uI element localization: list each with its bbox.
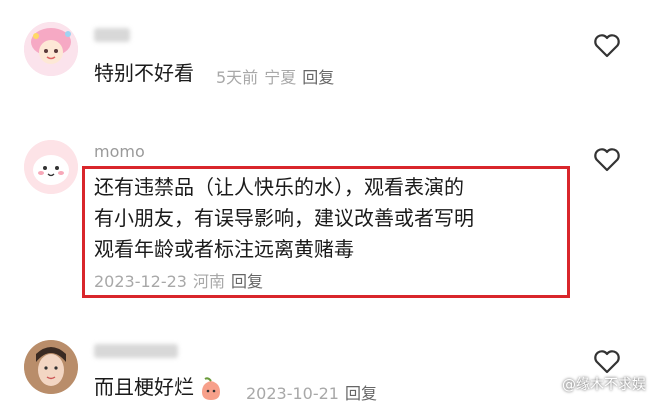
comment-text: 特别不好看: [94, 61, 194, 85]
comment-meta: 5天前 宁夏 回复: [216, 64, 334, 88]
heart-outline-icon[interactable]: [592, 346, 622, 376]
heart-outline-icon[interactable]: [592, 144, 622, 174]
comment-location: 宁夏: [264, 68, 297, 87]
avatar-illustration: [24, 340, 78, 394]
avatar[interactable]: [24, 140, 78, 194]
username-blurred: [94, 344, 178, 358]
reply-button[interactable]: 回复: [345, 384, 377, 403]
peach-emoji-icon: [202, 376, 220, 400]
avatar[interactable]: [24, 22, 78, 76]
username-blurred: [94, 28, 130, 42]
heart-outline-icon[interactable]: [592, 30, 622, 60]
watermark: @缘木不求娱: [562, 377, 646, 393]
username[interactable]: momo: [94, 142, 145, 161]
avatar[interactable]: [24, 340, 78, 394]
highlight-box: [82, 166, 570, 298]
avatar-illustration: [24, 22, 78, 76]
reply-button[interactable]: 回复: [302, 68, 334, 87]
comment-time: 5天前: [216, 68, 259, 87]
comment-text: 而且梗好烂: [94, 372, 224, 403]
comment-time: 2023-10-21: [246, 384, 339, 403]
avatar-illustration: [24, 140, 78, 194]
comment-text-value: 而且梗好烂: [94, 375, 194, 399]
comment-meta: 2023-10-21 回复: [246, 380, 377, 404]
